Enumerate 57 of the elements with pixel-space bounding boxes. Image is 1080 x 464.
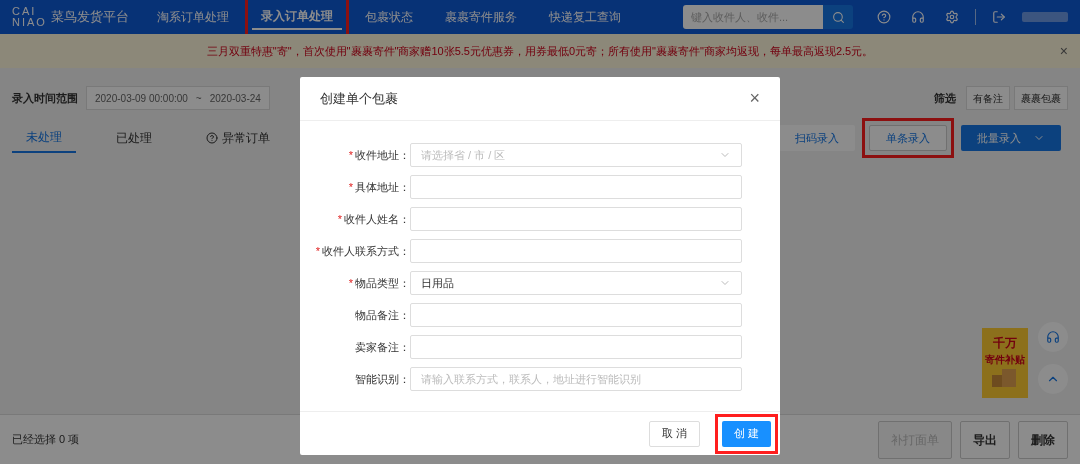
close-button[interactable]: × bbox=[1059, 40, 1068, 62]
promo-subtitle: 寄件补贴 bbox=[985, 353, 1025, 367]
date-range-field[interactable]: 2020-03-09 00:00:00 ~ 2020-03-24 bbox=[86, 86, 270, 110]
field-label: * 物品类型： bbox=[347, 275, 410, 291]
selected-count: 已经选择 0 项 bbox=[12, 432, 80, 448]
field-label: * 收件地址： bbox=[347, 147, 410, 163]
search-button[interactable] bbox=[823, 5, 853, 29]
field-label: * 具体地址： bbox=[347, 179, 410, 195]
status-tab[interactable]: 已处理 bbox=[102, 123, 166, 153]
logo-text: CAI bbox=[12, 6, 38, 17]
headset-icon[interactable] bbox=[911, 10, 925, 24]
input-field[interactable] bbox=[410, 303, 742, 327]
nav-tab[interactable]: 录入订单处理 bbox=[251, 4, 342, 30]
nav-tab[interactable]: 淘系订单处理 bbox=[147, 4, 238, 30]
field-label: 智能识别： bbox=[354, 371, 410, 387]
filter-chip[interactable]: 有备注 bbox=[966, 86, 1010, 110]
input-field[interactable] bbox=[410, 335, 742, 359]
footer-button[interactable]: 导出 bbox=[960, 420, 1010, 459]
action-button[interactable]: 单条录入 bbox=[869, 125, 947, 151]
notice-text: 三月双重特惠"寄"，首次使用"裹裹寄件"商家赠10张5.5元优惠券，用券最低0元寄；所有使用"裹裹寄件"商家均返现，每单最高返现2.5元。 bbox=[206, 43, 874, 59]
input-field[interactable] bbox=[410, 207, 742, 231]
close-button[interactable]: × bbox=[749, 85, 760, 112]
field-label: * 收件人联系方式： bbox=[314, 243, 410, 259]
dialog-button[interactable]: 取 消 bbox=[648, 420, 700, 447]
logout-icon[interactable] bbox=[992, 10, 1006, 24]
scroll-top-button[interactable] bbox=[1038, 364, 1068, 394]
field-label: 物品备注： bbox=[354, 307, 410, 323]
dialog-button[interactable]: 创 建 bbox=[721, 420, 771, 447]
filter-chip[interactable]: 裹裹包裹 bbox=[1014, 86, 1068, 110]
date-range-label: 录入时间范围 bbox=[12, 90, 78, 106]
support-button[interactable] bbox=[1038, 322, 1068, 352]
settings-icon[interactable] bbox=[945, 10, 959, 24]
input-field[interactable] bbox=[410, 239, 742, 263]
field-label: 卖家备注： bbox=[354, 339, 410, 355]
status-tab[interactable]: 异常订单 bbox=[192, 123, 284, 153]
select-field[interactable]: 日用品 bbox=[410, 271, 742, 295]
filter-label: 筛选 bbox=[934, 90, 956, 106]
logo-text: NIAO bbox=[12, 17, 47, 28]
input-field[interactable]: 请输入联系方式，联系人，地址进行智能识别 bbox=[410, 367, 742, 391]
status-tab[interactable]: 未处理 bbox=[12, 123, 76, 153]
promo-card[interactable]: 千万 寄件补贴 bbox=[982, 328, 1028, 398]
brand-name: 菜鸟发货平台 bbox=[50, 8, 129, 27]
action-button[interactable]: 批量录入 bbox=[961, 125, 1061, 151]
help-icon bbox=[206, 132, 218, 144]
headset-icon bbox=[1046, 330, 1060, 344]
input-field[interactable] bbox=[410, 175, 742, 199]
select-field[interactable]: 请选择省 / 市 / 区 bbox=[410, 143, 742, 167]
footer-button[interactable]: 删除 bbox=[1018, 420, 1068, 459]
action-button[interactable]: 扫码录入 bbox=[779, 125, 855, 151]
promo-title: 千万 bbox=[993, 335, 1017, 352]
help-icon[interactable] bbox=[877, 10, 891, 24]
nav-tab[interactable]: 快递复工查询 bbox=[539, 4, 630, 30]
field-label: * 收件人姓名： bbox=[336, 211, 410, 227]
dialog-title: 创建单个包裹 bbox=[320, 89, 399, 108]
nav-tab[interactable]: 裹裹寄件服务 bbox=[435, 4, 526, 30]
search-icon bbox=[831, 10, 845, 24]
nav-tab[interactable]: 包裹状态 bbox=[355, 4, 422, 30]
